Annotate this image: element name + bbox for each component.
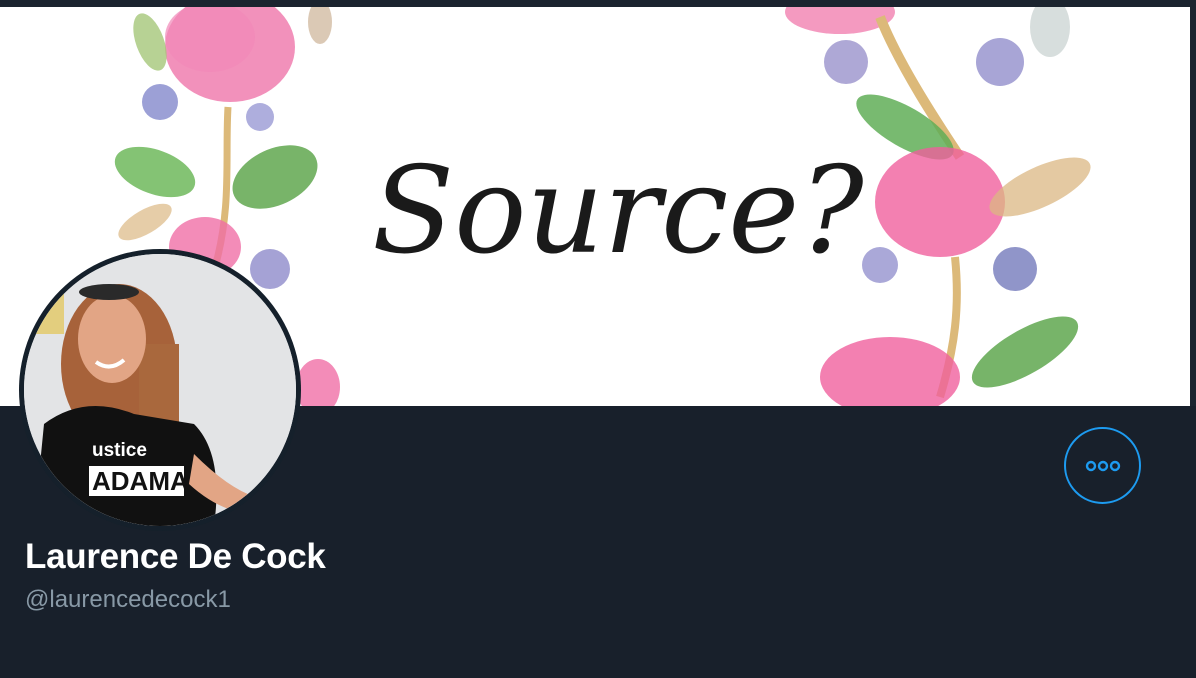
avatar-illustration: ustice ADAMA	[24, 254, 296, 526]
top-strip	[0, 0, 1196, 7]
shirt-text-line2: ADAMA	[92, 466, 189, 496]
right-gutter	[1190, 7, 1196, 406]
profile-avatar[interactable]: ustice ADAMA	[19, 249, 301, 531]
banner-handwritten-text: Source?	[372, 142, 864, 281]
profile-display-name: Laurence De Cock	[25, 537, 326, 576]
more-options-button[interactable]	[1064, 427, 1141, 504]
shirt-text-line1: ustice	[92, 440, 147, 461]
avatar-photo: ustice ADAMA	[24, 254, 296, 526]
profile-page: Source? ustice ADAMA Laurence De Cock @l…	[0, 0, 1196, 678]
more-horizontal-icon	[1085, 460, 1120, 471]
profile-handle: @laurencedecock1	[25, 586, 231, 613]
